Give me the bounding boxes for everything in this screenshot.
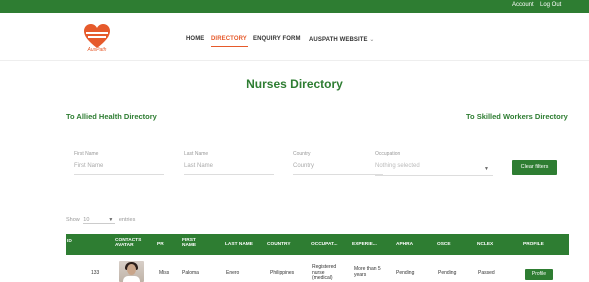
- occupation-label: Occupation: [375, 151, 401, 157]
- nav-auspath-website-label: AUSPATH WEBSITE: [309, 37, 368, 43]
- col-osce[interactable]: OSCE: [437, 242, 451, 247]
- col-first-name[interactable]: FIRST NAME: [182, 238, 196, 248]
- cell-osce: Pending: [438, 270, 457, 276]
- col-id[interactable]: ID: [67, 239, 72, 244]
- table-header: ID CONTACTS AVATAR PR FIRST NAME LAST NAME…: [66, 234, 569, 255]
- profile-button[interactable]: Profile: [525, 269, 553, 280]
- country-label: Country: [293, 151, 311, 157]
- entries-select-value: 10: [83, 217, 90, 223]
- cell-nclex: Passed: [478, 270, 495, 276]
- country-input[interactable]: Country: [293, 163, 383, 175]
- nav-auspath-website[interactable]: AUSPATH WEBSITE ⌄: [309, 36, 375, 43]
- col-country[interactable]: COUNTRY: [267, 242, 291, 247]
- active-nav-underline: [211, 46, 248, 47]
- last-name-label: Last Name: [184, 151, 209, 157]
- nav-home[interactable]: HOME: [186, 36, 204, 42]
- caret-down-icon: ▼: [108, 217, 114, 223]
- col-contacts-avatar[interactable]: CONTACTS AVATAR: [115, 238, 141, 248]
- show-label: Show: [66, 217, 80, 223]
- first-name-label: First Name: [74, 151, 99, 157]
- first-name-input[interactable]: First Name: [74, 163, 164, 175]
- cell-country: Philippines: [270, 270, 295, 276]
- col-pr[interactable]: PR: [157, 242, 164, 247]
- cell-first-name: Paloma: [182, 270, 199, 276]
- logo-text: AusPath: [87, 47, 107, 53]
- col-last-name[interactable]: LAST NAME: [225, 242, 253, 247]
- nav-enquiry-form[interactable]: ENQUIRY FORM: [253, 36, 301, 42]
- allied-health-link[interactable]: To Allied Health Directory: [66, 112, 157, 121]
- col-name-label: NAME: [182, 243, 197, 248]
- occupation-select-value: Nothing selected: [375, 163, 420, 169]
- cell-pr: Miss: [159, 270, 170, 276]
- entries-label: entries: [118, 217, 136, 223]
- col-profile[interactable]: PROFILE: [523, 242, 544, 247]
- col-occupation[interactable]: OCCUPAT...: [311, 242, 337, 247]
- cell-experience: More than 5 years: [354, 266, 381, 278]
- top-bar: Account Log Out: [0, 0, 589, 13]
- account-link[interactable]: Account: [512, 2, 534, 8]
- cell-aphra: Pending: [396, 270, 415, 276]
- col-nclex[interactable]: NCLEX: [477, 242, 493, 247]
- col-aphra[interactable]: APHRA: [396, 242, 413, 247]
- cell-occupation: Registered nurse (medical): [312, 264, 337, 281]
- skilled-workers-link[interactable]: To Skilled Workers Directory: [466, 112, 568, 121]
- page-title: Nurses Directory: [246, 77, 343, 91]
- last-name-input[interactable]: Last Name: [184, 163, 274, 175]
- entries-length-control: Show 10 ▼ entries: [66, 217, 135, 224]
- entries-select[interactable]: 10 ▼: [83, 217, 116, 224]
- nav-directory[interactable]: DIRECTORY: [211, 36, 247, 42]
- caret-down-icon: ▼: [484, 166, 489, 172]
- logout-link[interactable]: Log Out: [540, 2, 561, 8]
- cell-last-name: Enero: [226, 270, 240, 276]
- clear-filters-button[interactable]: Clear filters: [512, 160, 557, 175]
- col-avatar-label: AVATAR: [115, 243, 134, 248]
- header: AusPath HOME DIRECTORY ENQUIRY FORM AUSP…: [0, 13, 589, 61]
- col-experience[interactable]: EXPERIE...: [352, 242, 377, 247]
- avatar: [119, 261, 144, 282]
- chevron-down-icon: ⌄: [369, 37, 375, 43]
- cell-id: 133: [91, 270, 100, 276]
- occupation-select[interactable]: Nothing selected ▼: [375, 163, 493, 176]
